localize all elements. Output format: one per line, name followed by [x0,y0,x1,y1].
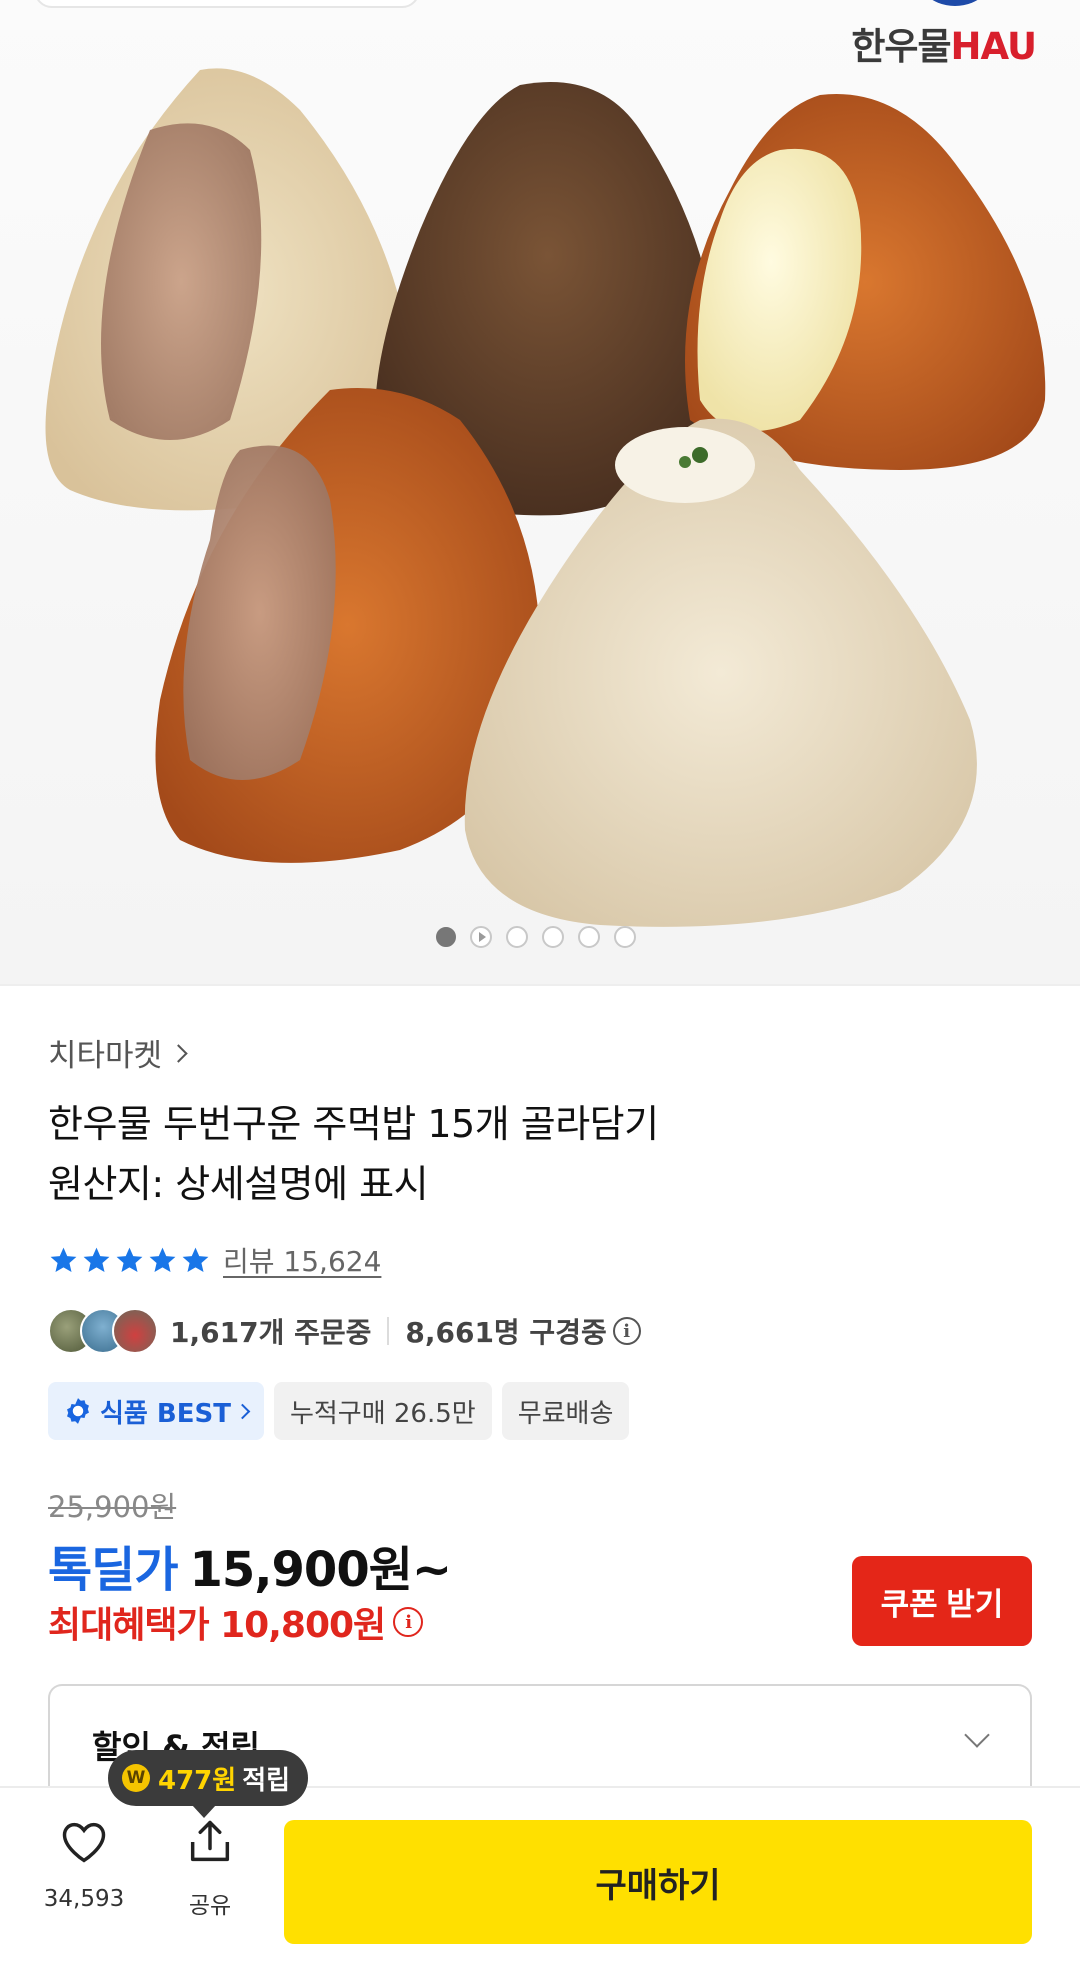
like-button[interactable]: 34,593 [38,1816,130,1912]
bottom-action-bar: 34,593 공유 구매하기 [0,1786,1080,1964]
social-proof-row: 1,617개 주문중 8,661명 구경중 i [48,1308,641,1354]
info-icon[interactable]: i [393,1607,424,1637]
star-icon [50,1247,77,1272]
orders-count: 1,617개 주문중 [170,1316,372,1349]
rating-row[interactable]: 리뷰 15,624 [48,1240,381,1280]
info-icon[interactable]: i [612,1317,641,1345]
star-icon [182,1247,209,1272]
seller-name: 치타마켓 [48,1038,163,1074]
like-count: 34,593 [43,1886,125,1912]
viewers-count: 8,661명 구경중 [405,1316,607,1349]
seller-link[interactable]: 치타마켓 [48,1030,188,1075]
points-tooltip: W 477원 적립 [108,1750,309,1818]
carousel-dot-active[interactable] [436,927,456,947]
product-title-line1: 한우물 두번구운 주먹밥 15개 골라담기 [48,1102,659,1146]
carousel-dot[interactable] [578,926,600,948]
star-rating [48,1245,211,1276]
review-count-link[interactable]: 리뷰 15,624 [223,1240,381,1280]
carousel-dot[interactable] [506,926,528,948]
deal-price-label: 톡딜가 [48,1542,178,1598]
heart-icon [62,1822,106,1863]
carousel-dot[interactable] [614,926,636,948]
deal-price-value: 15,900원~ [189,1542,452,1598]
product-title: 한우물 두번구운 주먹밥 15개 골라담기 원산지: 상세설명에 표시 [48,1094,1028,1214]
product-tags: 식품 BEST 누적구매 26.5만 무료배송 [48,1382,630,1440]
star-icon [149,1247,176,1272]
carousel-indicator [436,926,636,948]
product-image-carousel[interactable]: 한우물HAU [0,0,1080,984]
product-photo [45,68,1046,927]
badge-gear-icon [67,1398,89,1424]
chevron-right-icon [234,1403,251,1419]
carousel-dot[interactable] [542,926,564,948]
separator [387,1317,390,1345]
points-amount: 477원 [158,1765,237,1796]
buyer-avatars [48,1308,158,1354]
max-benefit-price: 최대혜택가 10,800원 i [48,1596,424,1648]
cumulative-purchase-tag: 누적구매 26.5만 [273,1382,492,1440]
carousel-video-dot[interactable] [470,926,492,948]
original-price: 25,900원 [48,1490,177,1524]
free-shipping-tag: 무료배송 [501,1382,630,1440]
max-benefit-text: 최대혜택가 10,800원 [48,1605,386,1646]
points-suffix: 적립 [242,1765,291,1796]
share-icon [190,1820,230,1862]
deal-price: 톡딜가 15,900원~ [48,1530,452,1600]
food-best-badge[interactable]: 식품 BEST [48,1382,264,1440]
chevron-down-icon [964,1722,990,1748]
food-best-label: 식품 BEST [100,1398,231,1429]
coin-icon: W [122,1764,150,1792]
share-button[interactable]: 공유 [166,1816,254,1920]
star-icon [83,1247,110,1272]
avatar [112,1308,158,1354]
chevron-right-icon [169,1044,188,1063]
section-divider [0,984,1080,986]
star-icon [116,1247,143,1272]
share-label: 공유 [188,1893,232,1919]
buy-button[interactable]: 구매하기 [284,1820,1032,1944]
play-icon [478,932,486,942]
get-coupon-button[interactable]: 쿠폰 받기 [852,1556,1032,1646]
product-origin-line: 원산지: 상세설명에 표시 [48,1162,429,1206]
